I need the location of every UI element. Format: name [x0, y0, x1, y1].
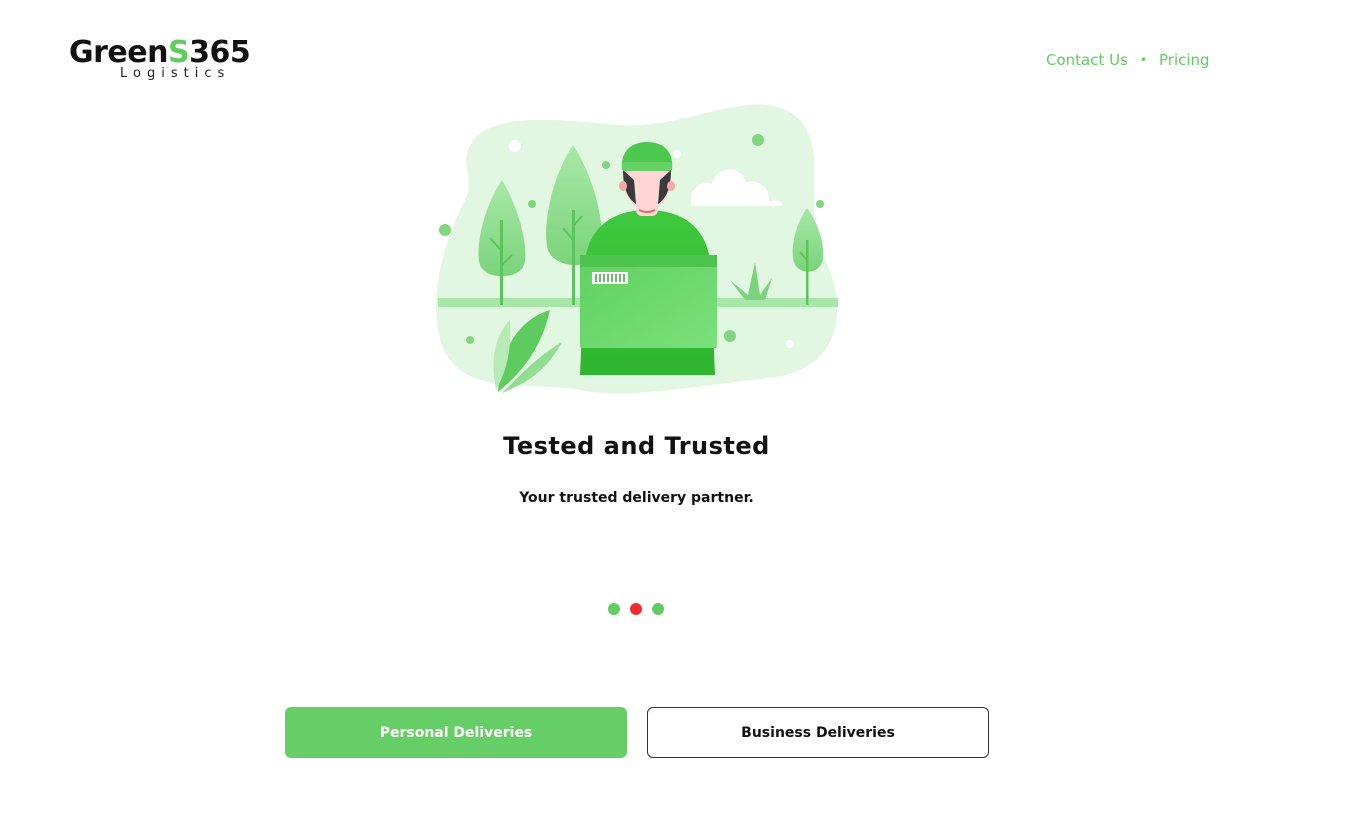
- hero-illustration: [430, 100, 845, 400]
- brand-logo[interactable]: GreenS365 Logistics: [69, 36, 251, 86]
- hero-title: Tested and Trusted: [503, 432, 770, 460]
- carousel-dot-3[interactable]: [652, 603, 664, 615]
- delivery-person-illustration: [436, 104, 838, 394]
- hero-subtitle: Your trusted delivery partner.: [519, 490, 754, 506]
- nav-separator: •: [1139, 53, 1147, 67]
- business-deliveries-button[interactable]: Business Deliveries: [647, 707, 989, 758]
- logo-wordmark: GreenS365: [69, 35, 251, 70]
- logo-text-s: S: [167, 35, 190, 70]
- carousel-dot-1[interactable]: [608, 603, 620, 615]
- logo-tagline: Logistics: [120, 66, 231, 81]
- carousel-indicators: [608, 603, 664, 615]
- logo-text-green: Green: [69, 35, 168, 70]
- nav-contact-us[interactable]: Contact Us: [1046, 51, 1128, 69]
- top-nav: Contact Us • Pricing: [1046, 51, 1210, 69]
- carousel-dot-2[interactable]: [630, 603, 642, 615]
- nav-pricing[interactable]: Pricing: [1159, 51, 1210, 69]
- logo-text-365: 365: [189, 35, 251, 70]
- personal-deliveries-button[interactable]: Personal Deliveries: [285, 707, 627, 758]
